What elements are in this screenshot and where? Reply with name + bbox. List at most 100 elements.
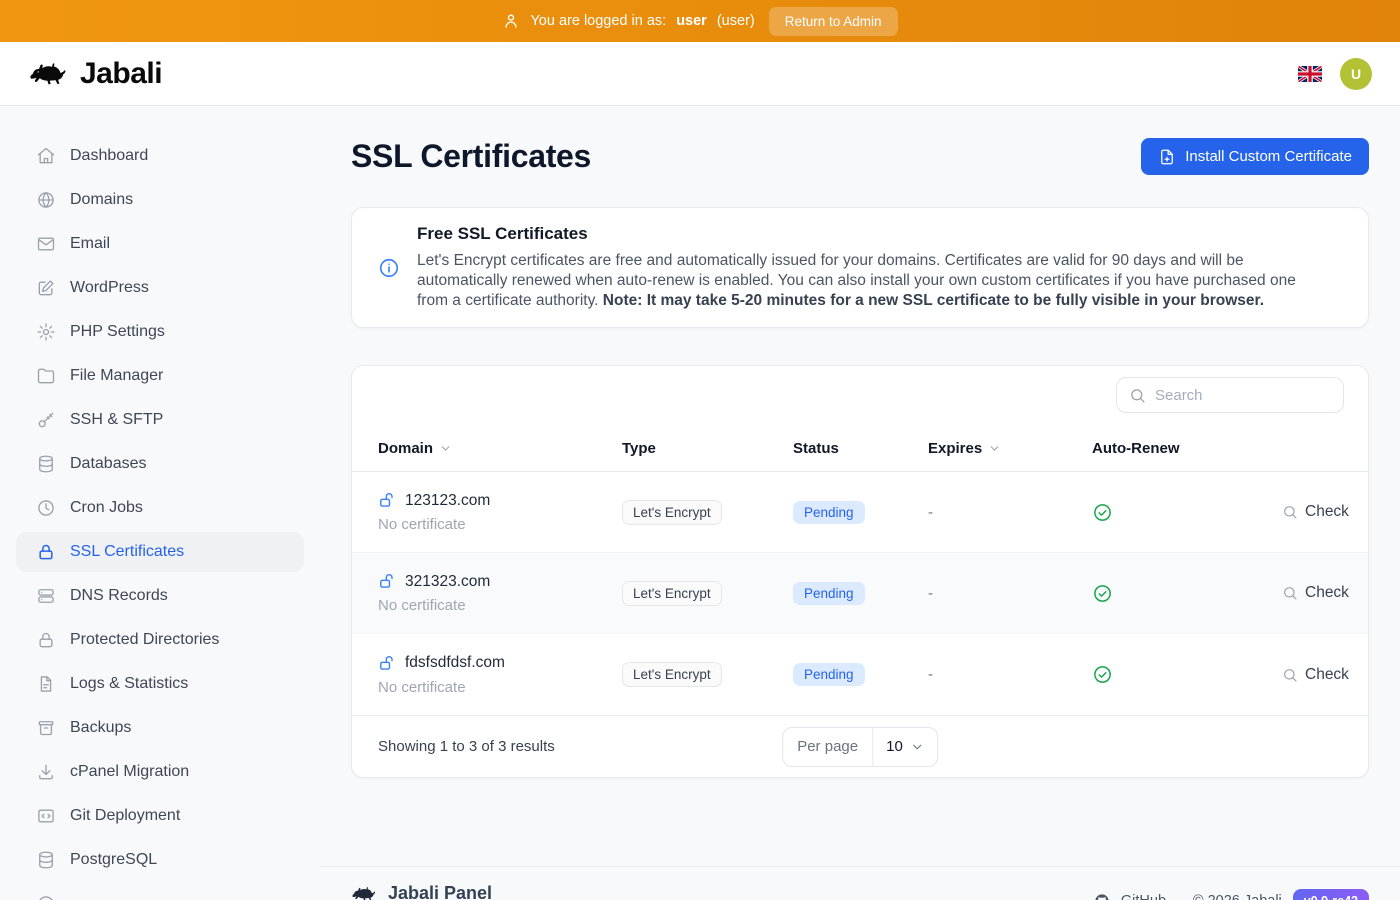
key-icon — [36, 410, 56, 430]
globe-icon — [36, 190, 56, 210]
info-box-title: Free SSL Certificates — [417, 224, 1328, 244]
unlock-icon — [378, 654, 397, 673]
sidebar-item-label: Databases — [70, 455, 147, 473]
install-button-label: Install Custom Certificate — [1185, 148, 1352, 165]
circle-icon — [36, 894, 56, 900]
sidebar-item-dns-records[interactable]: DNS Records — [16, 576, 304, 616]
per-page-value: 10 — [886, 738, 903, 755]
table-row: fdsfsdfdsf.com No certificate Let's Encr… — [352, 634, 1368, 715]
sidebar-item-domains[interactable]: Domains — [16, 180, 304, 220]
auto-renew-check-circle-icon[interactable] — [1092, 583, 1282, 604]
return-to-admin-button[interactable]: Return to Admin — [769, 7, 898, 36]
expires-value: - — [928, 504, 1092, 521]
sidebar-item-file-manager[interactable]: File Manager — [16, 356, 304, 396]
column-header-expires[interactable]: Expires — [928, 440, 1092, 457]
magnifier-icon — [1282, 667, 1298, 683]
sidebar-item-label: Logs & Statistics — [70, 675, 188, 693]
auto-renew-check-circle-icon[interactable] — [1092, 664, 1282, 685]
sidebar-item-logs-statistics[interactable]: Logs & Statistics — [16, 664, 304, 704]
chevron-down-icon — [988, 442, 1001, 455]
table-header-row: Domain Type Status Expires Auto-Renew — [352, 425, 1368, 472]
sidebar-item-label: PostgreSQL — [70, 851, 157, 869]
sidebar-item-label: PHP Settings — [70, 323, 165, 341]
sidebar-item-label: Cron Jobs — [70, 499, 143, 517]
brand-logo[interactable]: Jabali — [28, 57, 162, 91]
check-button[interactable]: Check — [1282, 666, 1349, 684]
sidebar-item-label: SSH & SFTP — [70, 411, 163, 429]
file-icon — [36, 674, 56, 694]
check-button-label: Check — [1305, 666, 1349, 684]
auto-renew-check-circle-icon[interactable] — [1092, 502, 1282, 523]
results-summary: Showing 1 to 3 of 3 results — [378, 738, 555, 755]
check-button[interactable]: Check — [1282, 503, 1349, 521]
sidebar-item-partial[interactable] — [16, 884, 304, 900]
magnifier-icon — [1282, 585, 1298, 601]
column-header-domain[interactable]: Domain — [378, 440, 622, 457]
github-link[interactable]: GitHub — [1121, 893, 1166, 900]
certificate-note: No certificate — [378, 597, 622, 614]
type-badge: Let's Encrypt — [622, 581, 722, 606]
github-icon — [1094, 893, 1110, 900]
footer-brand: Jabali Panel — [351, 867, 492, 900]
search-icon — [1129, 387, 1146, 404]
boar-logo-icon — [28, 59, 70, 89]
impersonation-username: user — [676, 13, 707, 29]
chevron-down-icon — [439, 442, 452, 455]
sidebar-item-backups[interactable]: Backups — [16, 708, 304, 748]
sidebar-item-databases[interactable]: Databases — [16, 444, 304, 484]
app-header: Jabali U — [0, 42, 1400, 106]
sidebar-item-ssh-sftp[interactable]: SSH & SFTP — [16, 400, 304, 440]
server-icon — [36, 586, 56, 606]
certificate-note: No certificate — [378, 679, 622, 696]
sidebar-item-wordpress[interactable]: WordPress — [16, 268, 304, 308]
sidebar-item-label: cPanel Migration — [70, 763, 189, 781]
impersonation-message: You are logged in as: user (user) — [502, 12, 754, 30]
domain-name: fdsfsdfdsf.com — [405, 654, 505, 672]
sidebar-item-cron-jobs[interactable]: Cron Jobs — [16, 488, 304, 528]
sidebar-item-git-deployment[interactable]: Git Deployment — [16, 796, 304, 836]
footer-separator: · — [1177, 893, 1182, 900]
info-icon — [378, 257, 400, 279]
check-button[interactable]: Check — [1282, 584, 1349, 602]
magnifier-icon — [1282, 504, 1298, 520]
download-icon — [36, 762, 56, 782]
table-row: 321323.com No certificate Let's Encrypt … — [352, 553, 1368, 634]
user-avatar[interactable]: U — [1340, 58, 1372, 90]
type-badge: Let's Encrypt — [622, 662, 722, 687]
domain-name: 123123.com — [405, 492, 490, 510]
document-plus-icon — [1158, 148, 1176, 166]
chevron-down-icon — [910, 740, 924, 754]
per-page-select[interactable]: Per page 10 — [782, 727, 938, 767]
lock-icon — [36, 542, 56, 562]
sidebar-item-ssl-certificates[interactable]: SSL Certificates — [16, 532, 304, 572]
certificate-note: No certificate — [378, 516, 622, 533]
column-header-type: Type — [622, 440, 793, 457]
sidebar-item-protected-directories[interactable]: Protected Directories — [16, 620, 304, 660]
table-row: 123123.com No certificate Let's Encrypt … — [352, 472, 1368, 553]
sidebar-item-label: Backups — [70, 719, 131, 737]
column-header-auto-renew: Auto-Renew — [1092, 440, 1282, 457]
language-flag-icon[interactable] — [1298, 66, 1322, 82]
status-badge: Pending — [793, 663, 865, 686]
check-button-label: Check — [1305, 503, 1349, 521]
status-badge: Pending — [793, 582, 865, 605]
version-badge: v0.9-rc42 — [1293, 889, 1369, 900]
sidebar-item-cpanel-migration[interactable]: cPanel Migration — [16, 752, 304, 792]
search-box — [1116, 377, 1344, 413]
page-title: SSL Certificates — [351, 138, 591, 175]
sidebar-item-label: WordPress — [70, 279, 149, 297]
search-input[interactable] — [1155, 387, 1331, 404]
sidebar-item-php-settings[interactable]: PHP Settings — [16, 312, 304, 352]
sidebar-item-label: Domains — [70, 191, 133, 209]
sidebar-item-dashboard[interactable]: Dashboard — [16, 136, 304, 176]
footer-meta: GitHub · © 2026 Jabali v0.9-rc42 — [1094, 867, 1369, 900]
gear-icon — [36, 322, 56, 342]
brand-name: Jabali — [80, 57, 162, 91]
sidebar-item-postgresql[interactable]: PostgreSQL — [16, 840, 304, 880]
sidebar-item-label: Git Deployment — [70, 807, 180, 825]
unlock-icon — [378, 491, 397, 510]
home-icon — [36, 146, 56, 166]
domain-name: 321323.com — [405, 573, 490, 591]
install-custom-certificate-button[interactable]: Install Custom Certificate — [1141, 138, 1369, 175]
sidebar-item-email[interactable]: Email — [16, 224, 304, 264]
